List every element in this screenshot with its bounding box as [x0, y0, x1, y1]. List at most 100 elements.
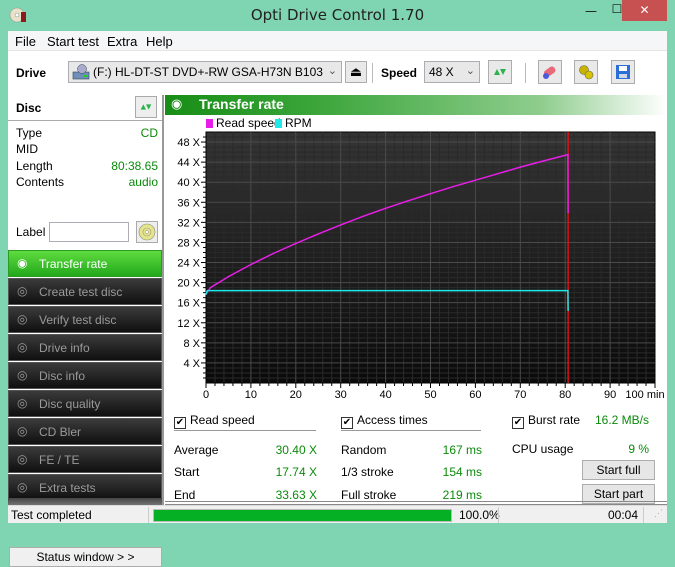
nav-disc-info[interactable]: ◎ Disc info: [8, 362, 162, 389]
disc-mid-row: MID: [16, 142, 158, 158]
settings-button[interactable]: [574, 60, 598, 84]
toolbar-separator: [525, 63, 526, 83]
disc-label-input[interactable]: [49, 222, 129, 242]
random-value: 167 ms: [442, 443, 482, 457]
disc-refresh-button[interactable]: [135, 96, 157, 118]
erase-button[interactable]: [538, 60, 562, 84]
disc-length-value: 80:38.65: [111, 159, 158, 173]
test-disc-icon: ◎: [17, 340, 28, 354]
divider: [174, 430, 316, 431]
y-tick-label: 48 X: [177, 137, 200, 149]
data-point-rpm: [205, 293, 207, 295]
disc-label-key: Label: [16, 225, 46, 239]
panel-title: Transfer rate: [199, 96, 284, 112]
x-tick-label: 10: [245, 389, 257, 401]
start-full-button[interactable]: Start full: [582, 460, 655, 480]
disc-length-key: Length: [16, 159, 53, 173]
checkmark-icon: ✔: [341, 417, 353, 429]
nav-extra-tests[interactable]: ◎ Extra tests: [8, 474, 162, 501]
minimize-button[interactable]: —: [578, 4, 604, 25]
test-disc-icon: ◎: [17, 312, 28, 326]
drive-icon: [72, 64, 90, 80]
nav-label: Disc quality: [39, 397, 101, 411]
nav-transfer-rate[interactable]: ◉ Transfer rate: [8, 250, 162, 277]
status-window-button[interactable]: Status window > >: [9, 547, 162, 567]
nav-label: Transfer rate: [39, 257, 108, 271]
end-value: 33.63 X: [275, 488, 317, 502]
y-tick-label: 24 X: [177, 258, 200, 270]
data-point-rpm: [567, 309, 569, 312]
status-bar: Test completed 100.0% 00:04 ⋰: [8, 505, 667, 523]
nav-create-test-disc[interactable]: ◎ Create test disc: [8, 278, 162, 305]
x-tick-label: 90: [604, 389, 616, 401]
disc-contents-value: audio: [128, 175, 158, 189]
menu-bar: File Start test Extra Help: [8, 31, 667, 51]
speed-select[interactable]: 48 X ⌄: [424, 61, 480, 83]
menu-file[interactable]: File: [15, 34, 36, 49]
burst-rate-check-label: Burst rate: [528, 413, 581, 427]
eject-button[interactable]: ⏏: [345, 61, 367, 83]
save-button[interactable]: [611, 60, 635, 84]
window-title: Opti Drive Control 1.70: [250, 6, 425, 24]
checkmark-icon: ✔: [512, 417, 524, 429]
save-icon: [616, 65, 630, 79]
x-tick-label: 60: [469, 389, 481, 401]
nav-label: Extra tests: [39, 481, 96, 495]
drive-select[interactable]: (F:) HL-DT-ST DVD+-RW GSA-H73N B103 ⌄: [68, 61, 342, 83]
refresh-speed-button[interactable]: [488, 60, 512, 84]
data-point-read-speed: [497, 172, 499, 175]
read-speed-checkbox[interactable]: ✔ Read speed: [174, 413, 255, 429]
nav-fe-te[interactable]: ◎ FE / TE: [8, 446, 162, 473]
data-point-read-speed: [362, 215, 364, 218]
y-tick-label: 16 X: [177, 298, 200, 310]
x-tick-label: 20: [290, 389, 302, 401]
transfer-rate-header: ◉ Transfer rate: [165, 95, 667, 115]
y-tick-label: 4 X: [183, 358, 200, 370]
menu-extra[interactable]: Extra: [107, 34, 137, 49]
average-value: 30.40 X: [275, 443, 317, 457]
disc-label-button[interactable]: [136, 221, 158, 243]
x-tick-label: 50: [424, 389, 436, 401]
test-disc-icon: ◎: [17, 396, 28, 410]
full-stroke-key: Full stroke: [341, 488, 397, 502]
y-tick-label: 28 X: [177, 237, 200, 249]
progress-bar: [153, 509, 452, 522]
nav-drive-info[interactable]: ◎ Drive info: [8, 334, 162, 361]
data-point-read-speed: [474, 179, 477, 181]
settings-icon: [579, 65, 594, 80]
x-tick-label: 70: [514, 389, 526, 401]
data-point-read-speed: [519, 166, 522, 168]
toolbar: Drive (F:) HL-DT-ST DVD+-RW GSA-H73N B10…: [8, 51, 667, 95]
progress-percent: 100.0%: [459, 508, 500, 522]
checkmark-icon: ✔: [174, 417, 186, 429]
data-point-read-speed: [429, 192, 432, 195]
full-stroke-value: 219 ms: [442, 488, 482, 502]
title-bar: Opti Drive Control 1.70 — ☐ ✕: [0, 0, 675, 31]
burst-rate-checkbox[interactable]: ✔ Burst rate: [512, 413, 580, 429]
menu-start-test[interactable]: Start test: [47, 34, 99, 49]
disc-mid-key: MID: [16, 142, 38, 156]
chart-canvas: 4 X 8 X 12 X 16 X 20 X 24 X 28 X 32 X 36 X 40 X 44…: [177, 131, 665, 401]
nav-cd-bler[interactable]: ◎ CD Bler: [8, 418, 162, 445]
access-times-checkbox[interactable]: ✔ Access times: [341, 413, 428, 429]
y-tick-label: 36 X: [177, 197, 200, 209]
disc-title: Disc: [16, 101, 42, 115]
close-button[interactable]: ✕: [622, 0, 667, 21]
client-area: File Start test Extra Help Drive (F:) HL…: [8, 31, 667, 567]
third-stroke-value: 154 ms: [442, 465, 482, 479]
chevron-down-icon: ⌄: [465, 65, 475, 77]
menu-help[interactable]: Help: [146, 34, 173, 49]
test-disc-icon: ◎: [17, 284, 28, 298]
status-divider: [643, 507, 644, 523]
drive-label: Drive: [16, 66, 47, 80]
divider: [341, 430, 481, 431]
cpu-usage-value: 9 %: [628, 442, 649, 456]
nav-disc-quality[interactable]: ◎ Disc quality: [8, 390, 162, 417]
resize-grip-icon[interactable]: ⋰: [654, 508, 663, 519]
y-tick-label: 12 X: [177, 318, 200, 330]
data-point-read-speed: [272, 252, 275, 255]
nav-verify-test-disc[interactable]: ◎ Verify test disc: [8, 306, 162, 333]
test-disc-icon: ◎: [17, 480, 28, 494]
third-stroke-key: 1/3 stroke: [341, 465, 394, 479]
progress-fill: [154, 510, 451, 521]
